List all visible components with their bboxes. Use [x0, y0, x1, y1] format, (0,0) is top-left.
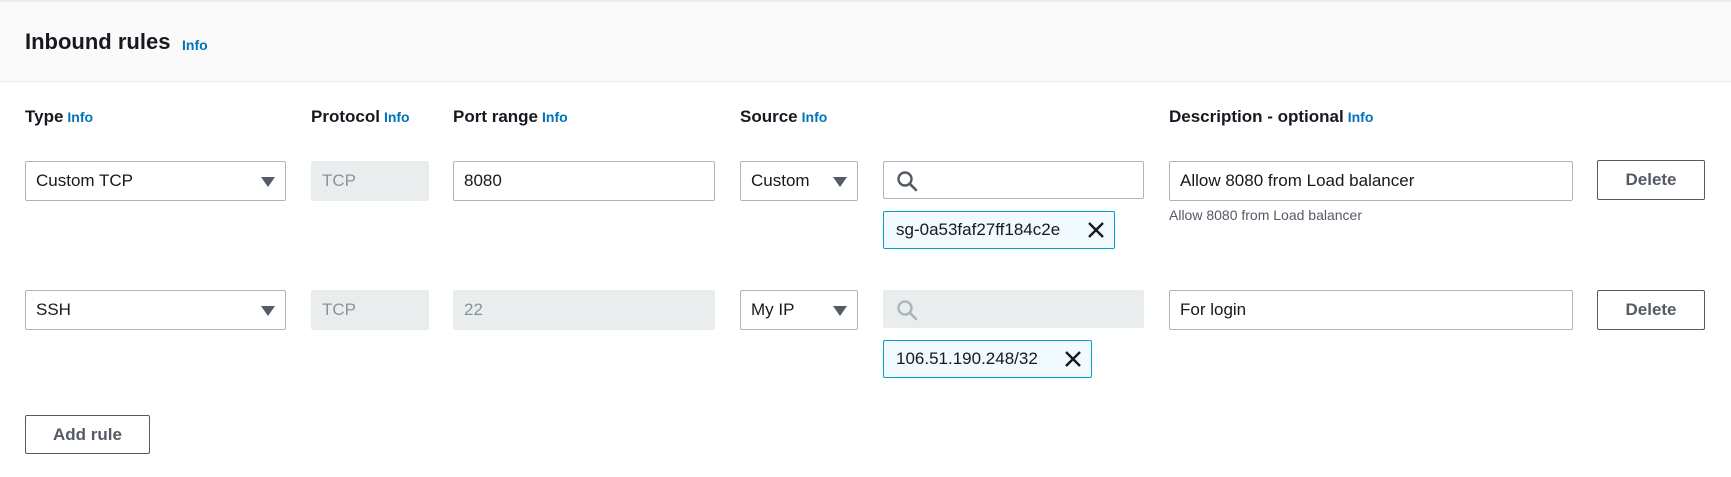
rule-2-port-range-value: 22 — [464, 300, 483, 319]
rule-2-source-token: 106.51.190.248/32 — [883, 340, 1092, 378]
column-label-source: Source Info — [740, 107, 827, 127]
rule-2-type-value: SSH — [36, 300, 71, 319]
rule-1-description-hint: Allow 8080 from Load balancer — [1169, 207, 1363, 223]
rule-1-source-type-value: Custom — [751, 171, 810, 190]
page-title: Inbound rules — [25, 29, 171, 54]
rule-2-protocol-field: TCP — [311, 290, 429, 330]
column-label-protocol: Protocol Info — [311, 107, 410, 127]
rule-1-port-range-input[interactable]: 8080 — [453, 161, 715, 201]
rule-1-description-input[interactable]: Allow 8080 from Load balancer — [1169, 161, 1573, 201]
rule-1-description-value: Allow 8080 from Load balancer — [1180, 171, 1415, 190]
column-label-type: Type Info — [25, 107, 93, 127]
rule-1-source-search-input[interactable] — [883, 161, 1144, 199]
close-icon[interactable] — [1064, 350, 1082, 368]
header-info-link[interactable]: Info — [182, 37, 208, 53]
rule-2-source-type-value: My IP — [751, 300, 795, 319]
rule-2-source-token-label: 106.51.190.248/32 — [896, 349, 1038, 368]
rule-1-protocol-field: TCP — [311, 161, 429, 201]
add-rule-button[interactable]: Add rule — [25, 415, 150, 454]
caret-down-icon — [261, 177, 275, 187]
rule-2-source-type-select[interactable]: My IP — [740, 290, 858, 330]
rule-1-protocol-value: TCP — [322, 171, 356, 190]
column-label-port-range: Port range Info — [453, 107, 568, 127]
rule-1-source-token-label: sg-0a53faf27ff184c2e — [896, 220, 1061, 239]
column-label-description: Description - optional Info — [1169, 107, 1373, 127]
rule-2-description-value: For login — [1180, 300, 1247, 319]
rule-2-protocol-value: TCP — [322, 300, 356, 319]
caret-down-icon — [833, 177, 847, 187]
rule-2-delete-button[interactable]: Delete — [1597, 290, 1705, 330]
caret-down-icon — [261, 306, 275, 316]
search-icon — [897, 300, 918, 321]
search-icon — [897, 171, 918, 192]
rule-1-source-type-select[interactable]: Custom — [740, 161, 858, 201]
rule-2-port-range-field: 22 — [453, 290, 715, 330]
rule-1-type-value: Custom TCP — [36, 171, 133, 190]
type-info-link[interactable]: Info — [67, 109, 93, 125]
port-range-label: Port range — [453, 107, 539, 126]
panel-header: Inbound rules Info — [0, 0, 1731, 82]
caret-down-icon — [833, 306, 847, 316]
rule-1-port-range-value: 8080 — [464, 171, 502, 190]
description-label: Description - optional — [1169, 107, 1344, 126]
description-info-link[interactable]: Info — [1348, 109, 1374, 125]
rule-1-source-token: sg-0a53faf27ff184c2e — [883, 211, 1115, 249]
type-label: Type — [25, 107, 64, 126]
source-info-link[interactable]: Info — [802, 109, 828, 125]
rule-1-delete-button[interactable]: Delete — [1597, 160, 1705, 200]
protocol-info-link[interactable]: Info — [384, 109, 410, 125]
protocol-label: Protocol — [311, 107, 380, 126]
source-label: Source — [740, 107, 798, 126]
rule-2-source-search-input — [883, 290, 1144, 328]
port-range-info-link[interactable]: Info — [542, 109, 568, 125]
close-icon[interactable] — [1087, 221, 1105, 239]
rule-2-description-input[interactable]: For login — [1169, 290, 1573, 330]
rule-1-type-select[interactable]: Custom TCP — [25, 161, 286, 201]
rule-2-type-select[interactable]: SSH — [25, 290, 286, 330]
